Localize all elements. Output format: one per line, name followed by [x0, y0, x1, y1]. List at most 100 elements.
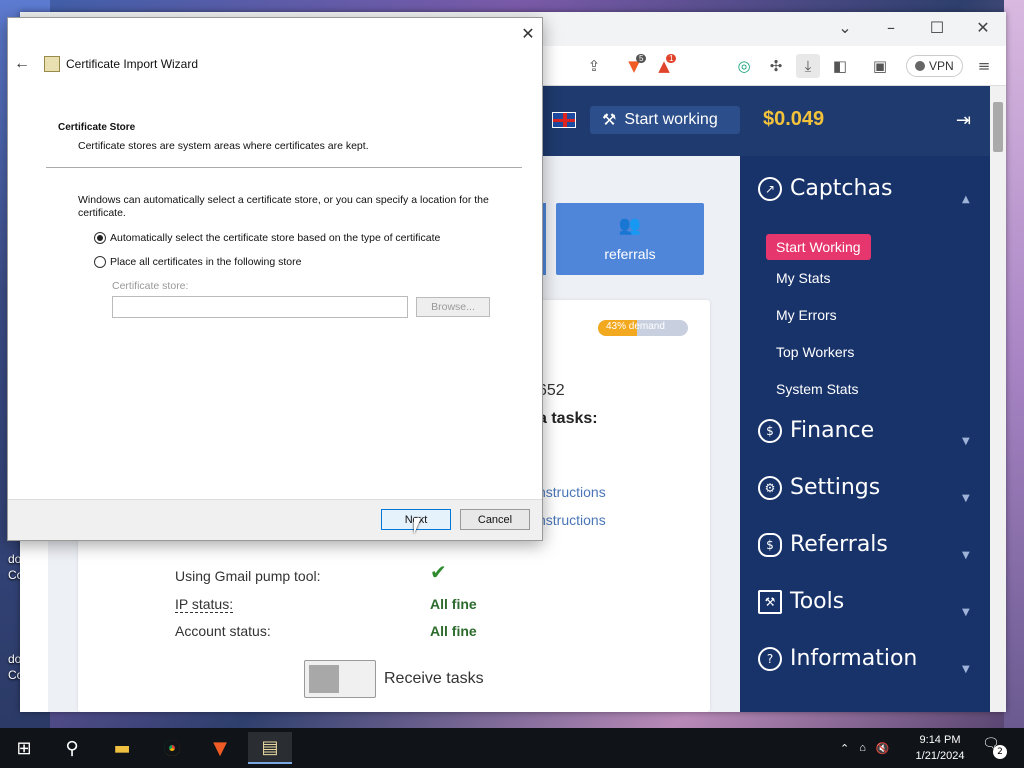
network-icon[interactable]: ⌂	[859, 742, 866, 754]
download-icon[interactable]: ⤓	[796, 54, 820, 78]
caret-down-icon[interactable]: ▼	[962, 550, 970, 561]
nav-top-workers[interactable]: Top Workers	[776, 344, 854, 360]
start-working-label: Start working	[624, 111, 718, 128]
demand-bar: 43% demand	[598, 320, 688, 336]
wallet-icon[interactable]: ▣	[868, 54, 892, 78]
search-icon[interactable]: ⚲	[50, 732, 94, 764]
caret-down-icon[interactable]: ▼	[962, 493, 970, 504]
certificate-icon	[44, 56, 60, 72]
nav-information-label: Information	[790, 646, 918, 671]
dialog-subheading: Certificate stores are system areas wher…	[78, 140, 369, 152]
radio-auto-select-label[interactable]: Automatically select the certificate sto…	[110, 232, 440, 244]
sidebar-toggle-icon[interactable]: ◧	[828, 54, 852, 78]
uk-flag-icon[interactable]	[552, 112, 576, 128]
puzzle-extensions-icon[interactable]: ✣	[764, 54, 788, 78]
extension-green-icon[interactable]: ◎	[732, 54, 756, 78]
notifications-icon[interactable]: 🗨 2	[982, 736, 1007, 760]
nav-captchas[interactable]: ↗ Captchas	[758, 176, 892, 201]
account-status-value: All fine	[430, 623, 477, 639]
minimize-button[interactable]: –	[868, 12, 914, 42]
radio-place-store[interactable]	[94, 256, 106, 268]
certificate-import-wizard: ✕ ← Certificate Import Wizard Certificat…	[7, 17, 543, 541]
nav-tools[interactable]: ⚒ Tools	[758, 589, 844, 614]
caret-down-icon[interactable]: ▼	[962, 436, 970, 447]
file-explorer-icon[interactable]: ▬	[100, 732, 144, 764]
caret-up-icon[interactable]: ▲	[962, 194, 970, 205]
chrome-icon[interactable]	[150, 732, 194, 764]
nav-settings-label: Settings	[790, 475, 881, 500]
back-arrow-icon[interactable]: ←	[14, 55, 30, 73]
certificate-store-field[interactable]	[112, 296, 408, 318]
menu-icon[interactable]: ≡	[972, 54, 996, 78]
site-sidebar: ↗ Captchas ▲ Start Working My Stats My E…	[740, 156, 990, 712]
speedometer-icon: ↗	[758, 176, 782, 201]
users-icon: 👥	[618, 215, 642, 235]
nav-captchas-label: Captchas	[790, 176, 893, 201]
chevron-up-icon[interactable]: ⌃	[840, 742, 849, 755]
start-working-header-button[interactable]: ⚒ Start working	[590, 106, 740, 134]
vpn-button[interactable]: VPN	[906, 55, 963, 77]
system-tray: ⌃ ⌂ 🔇	[840, 728, 890, 768]
ip-status-value: All fine	[430, 596, 477, 612]
nav-system-stats[interactable]: System Stats	[776, 381, 858, 397]
maximize-button[interactable]: ☐	[914, 12, 960, 42]
scrollbar-thumb[interactable]	[993, 102, 1003, 152]
browse-button[interactable]: Browse...	[416, 297, 490, 317]
mouse-cursor	[414, 518, 421, 534]
referrals-tile[interactable]: 👥 referrals	[556, 203, 704, 275]
clock[interactable]: 9:14 PM 1/21/2024	[900, 732, 980, 764]
desktop-right-strip	[1004, 0, 1024, 728]
nav-finance[interactable]: $ Finance	[758, 418, 874, 443]
receive-tasks-toggle[interactable]	[304, 660, 376, 698]
referrals-tile-label: referrals	[604, 246, 656, 262]
logout-icon[interactable]: ⇥	[956, 110, 971, 131]
share-icon[interactable]: ⇪	[582, 54, 606, 78]
check-icon: ✔	[430, 560, 447, 584]
brave-icon[interactable]: ▼	[198, 732, 242, 764]
dollar-icon: $	[758, 418, 782, 443]
taskbar: ⊞ ⚲ ▬ ▼ ▤ ⌃ ⌂ 🔇 9:14 PM 1/21/2024 🗨 2	[0, 728, 1024, 768]
account-status-label: Account status:	[175, 623, 271, 639]
worker-icon: ⚒	[602, 112, 617, 129]
clock-time: 9:14 PM	[919, 734, 961, 746]
ip-status-link[interactable]: IP status:	[175, 596, 234, 613]
dialog-heading: Certificate Store	[58, 122, 136, 133]
nav-my-stats[interactable]: My Stats	[776, 270, 830, 286]
nav-referrals-label: Referrals	[790, 532, 888, 557]
dialog-body-text: Windows can automatically select a certi…	[78, 194, 489, 219]
nav-finance-label: Finance	[790, 418, 875, 443]
close-window-button[interactable]: ✕	[960, 12, 1006, 42]
instructions-link[interactable]: nstructions	[538, 512, 606, 528]
gear-icon: ⚙	[758, 475, 782, 500]
question-icon: ?	[758, 646, 782, 671]
nav-information[interactable]: ? Information	[758, 646, 917, 671]
certificate-app-icon[interactable]: ▤	[248, 732, 292, 764]
radio-auto-select[interactable]	[94, 232, 106, 244]
money-bag-icon: $	[758, 532, 782, 557]
nav-start-working[interactable]: Start Working	[766, 234, 871, 260]
nav-referrals[interactable]: $ Referrals	[758, 532, 888, 557]
vpn-label: VPN	[929, 59, 954, 73]
clock-date: 1/21/2024	[915, 750, 965, 762]
caret-down-icon[interactable]: ▼	[962, 607, 970, 618]
nav-my-errors[interactable]: My Errors	[776, 307, 837, 323]
partial-tasks-heading: a tasks:	[538, 410, 598, 427]
chevron-down-icon[interactable]: ⌄	[822, 12, 868, 42]
instructions-link[interactable]: nstructions	[538, 484, 606, 500]
gmail-pump-label: Using Gmail pump tool:	[175, 568, 321, 584]
certificate-store-label: Certificate store:	[112, 280, 189, 292]
tools-icon: ⚒	[758, 589, 782, 614]
nav-tools-label: Tools	[790, 589, 845, 614]
notification-count: 2	[993, 745, 1007, 759]
close-icon[interactable]: ✕	[518, 24, 538, 44]
volume-muted-icon[interactable]: 🔇	[876, 742, 890, 755]
receive-tasks-label: Receive tasks	[384, 670, 484, 687]
page-scrollbar[interactable]	[990, 86, 1006, 712]
demand-label: 43% demand	[606, 321, 665, 332]
nav-settings[interactable]: ⚙ Settings	[758, 475, 880, 500]
windows-start-icon[interactable]: ⊞	[2, 732, 46, 764]
caret-down-icon[interactable]: ▼	[962, 664, 970, 675]
ip-status-label[interactable]: IP status:	[175, 596, 234, 613]
cancel-button[interactable]: Cancel	[460, 509, 530, 530]
radio-place-store-label[interactable]: Place all certificates in the following …	[110, 256, 301, 268]
